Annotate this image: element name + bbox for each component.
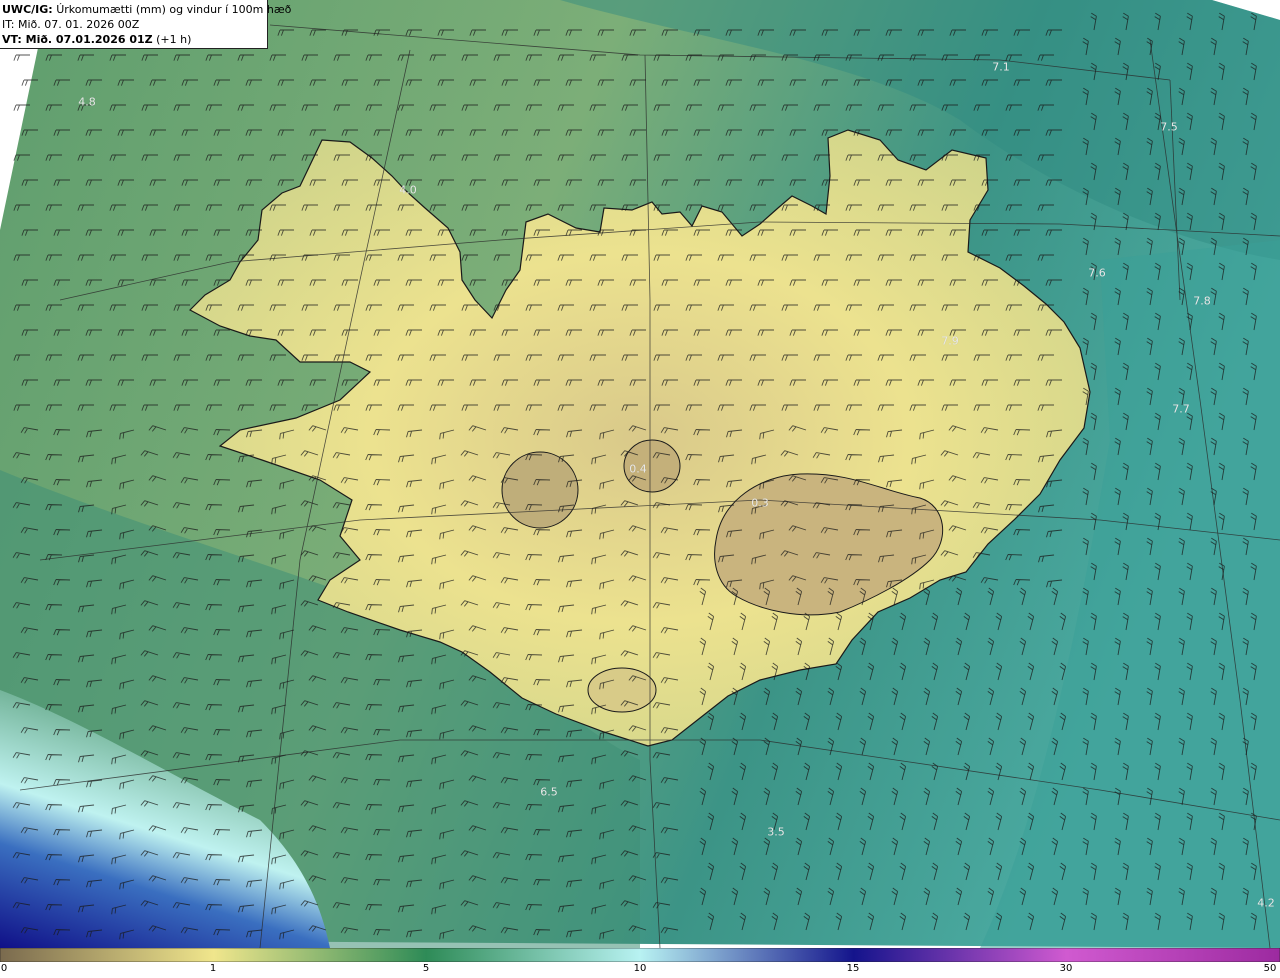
valid-time: VT: Mið. 07.01.2026 01Z — [2, 33, 153, 46]
value-label: 7.5 — [1160, 120, 1178, 134]
colorbar-tick: 10 — [633, 963, 647, 974]
issue-time: IT: Mið. 07. 01. 2026 00Z — [2, 18, 140, 31]
value-label: 7.8 — [1193, 294, 1211, 308]
value-label: 6.5 — [540, 785, 558, 799]
precip-colorbar — [0, 948, 1280, 962]
forecast-info-box: UWC/IG: Úrkomumætti (mm) og vindur í 100… — [0, 0, 291, 49]
colorbar-tick: 0 — [0, 963, 8, 974]
value-label: 4.0 — [399, 183, 417, 197]
glacier-langjokull — [501, 451, 579, 529]
colorbar-tick: 50 — [1263, 963, 1277, 974]
title-row: UWC/IG: Úrkomumætti (mm) og vindur í 100… — [2, 2, 291, 17]
colorbar-tick: 30 — [1059, 963, 1073, 974]
value-label: 0.4 — [629, 462, 647, 476]
value-label: 0.3 — [751, 496, 769, 510]
value-label: 4.2 — [1257, 896, 1275, 910]
valid-time-row: VT: Mið. 07.01.2026 01Z (+1 h) — [2, 32, 267, 47]
glacier-myrdalsjokull — [587, 667, 657, 713]
value-label: 7.7 — [1172, 402, 1190, 416]
value-label: 3.5 — [767, 825, 785, 839]
colorbar-tick: 15 — [846, 963, 860, 974]
valid-offset: (+1 h) — [156, 33, 192, 46]
value-label: 4.8 — [78, 95, 96, 109]
value-label: 7.6 — [1088, 266, 1106, 280]
colorbar-tick: 1 — [209, 963, 217, 974]
value-label: 7.1 — [992, 60, 1010, 74]
colorbar-tick: 5 — [422, 963, 430, 974]
value-label: 7.9 — [941, 334, 959, 348]
model-label: UWC/IG: — [2, 3, 53, 16]
map-title: Úrkomumætti (mm) og vindur í 100m hæð — [56, 3, 292, 16]
